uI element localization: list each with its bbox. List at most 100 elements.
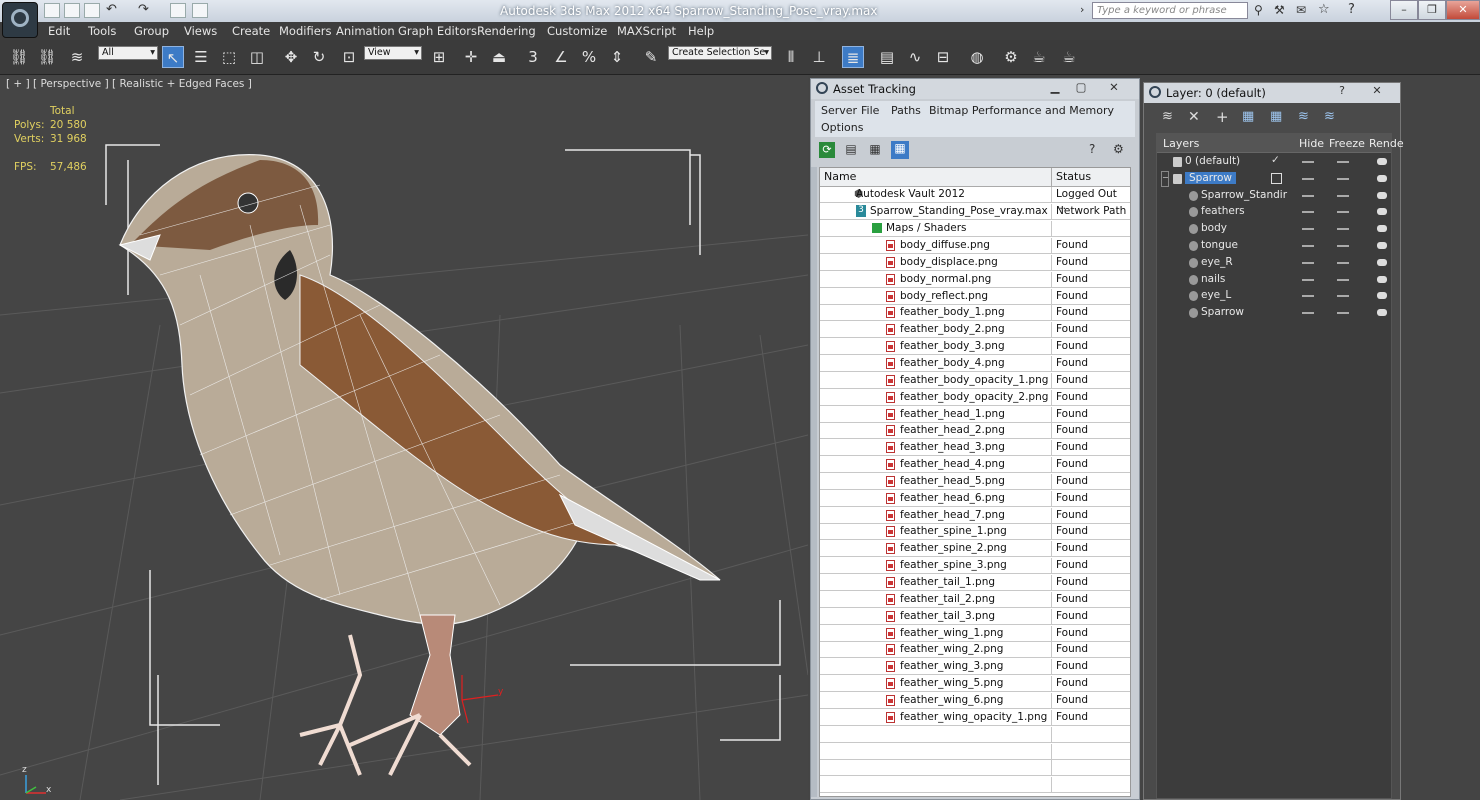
hide-toggle[interactable] xyxy=(1302,278,1314,281)
move-icon[interactable]: ✥ xyxy=(280,46,302,68)
menu-help[interactable]: Help xyxy=(688,24,714,38)
object-row[interactable]: tongue xyxy=(1157,238,1391,254)
hide-toggle[interactable] xyxy=(1302,228,1314,231)
col-layers-header[interactable]: Layers xyxy=(1163,137,1199,150)
menu-file[interactable]: File xyxy=(861,104,879,117)
hide-toggle[interactable] xyxy=(1302,194,1314,197)
freeze-toggle[interactable] xyxy=(1337,278,1349,281)
hide-toggle[interactable] xyxy=(1302,261,1314,264)
viewport-label[interactable]: [ + ] [ Perspective ] [ Realistic + Edge… xyxy=(6,78,252,90)
menu-views[interactable]: Views xyxy=(184,24,217,38)
minimize-button[interactable]: – xyxy=(1390,0,1418,20)
settings-icon[interactable]: ⚙ xyxy=(1113,142,1124,156)
menu-paths[interactable]: Paths xyxy=(891,104,921,117)
unlink-icon[interactable]: ⛓ xyxy=(36,46,58,68)
rendered-frame-icon[interactable]: ☕ xyxy=(1028,46,1050,68)
star-icon[interactable]: ☆ xyxy=(1318,2,1330,17)
menu-options[interactable]: Options xyxy=(821,121,863,134)
tools-icon[interactable]: ⚒ xyxy=(1274,3,1285,17)
render-teapot-icon[interactable] xyxy=(1377,292,1387,300)
new-file-icon[interactable] xyxy=(44,3,60,18)
table-row[interactable]: Maps / Shaders xyxy=(820,221,1130,237)
freeze-toggle[interactable] xyxy=(1337,177,1349,180)
table-row[interactable]: feather_tail_3.png Found xyxy=(820,608,1130,625)
table-row[interactable]: feather_spine_3.png Found xyxy=(820,558,1130,575)
hide-toggle[interactable] xyxy=(1302,245,1314,247)
freeze-all-icon[interactable]: ≋ xyxy=(1324,109,1335,124)
add-to-layer-icon[interactable]: + xyxy=(1216,108,1229,126)
menu-graph-editors[interactable]: Graph Editors xyxy=(398,24,477,38)
hide-toggle[interactable] xyxy=(1302,312,1314,315)
menu-create[interactable]: Create xyxy=(232,24,270,38)
col-name-header[interactable]: Name xyxy=(824,170,856,183)
render-teapot-icon[interactable] xyxy=(1377,174,1387,182)
table-row[interactable]: feather_wing_2.png Found xyxy=(820,642,1130,659)
pivot-center-icon[interactable]: ⊞ xyxy=(428,46,450,68)
col-hide-header[interactable]: Hide xyxy=(1299,137,1324,150)
col-status-header[interactable]: Status xyxy=(1056,170,1091,183)
menu-customize[interactable]: Customize xyxy=(547,24,607,38)
close-button[interactable]: ✕ xyxy=(1446,0,1480,20)
table-row[interactable]: feather_wing_1.png Found xyxy=(820,625,1130,642)
close-button[interactable]: ✕ xyxy=(1360,84,1394,100)
menu-edit[interactable]: Edit xyxy=(48,24,70,38)
freeze-toggle[interactable] xyxy=(1337,228,1349,231)
list-view-icon[interactable]: ▤ xyxy=(843,142,859,158)
table-row[interactable]: feather_body_1.png Found xyxy=(820,305,1130,322)
binoculars-icon[interactable]: ⚲ xyxy=(1254,3,1263,17)
table-row[interactable]: feather_spine_1.png Found xyxy=(820,524,1130,541)
named-selection-set-select[interactable]: Create Selection Se xyxy=(668,46,772,60)
menu-tools[interactable]: Tools xyxy=(88,24,116,38)
render-teapot-icon[interactable] xyxy=(1377,208,1387,216)
align-icon[interactable]: ⊥ xyxy=(808,46,830,68)
freeze-toggle[interactable] xyxy=(1337,211,1349,214)
layer-titlebar[interactable]: Layer: 0 (default) ? ✕ xyxy=(1144,83,1400,103)
hide-toggle[interactable] xyxy=(1302,177,1314,180)
asset-tracking-titlebar[interactable]: Asset Tracking ▁ ▢ ✕ xyxy=(811,79,1139,99)
table-row[interactable]: feather_body_2.png Found xyxy=(820,322,1130,339)
bind-spacewarp-icon[interactable]: ≋ xyxy=(66,46,88,68)
create-layer-icon[interactable]: ≋ xyxy=(1162,109,1173,124)
hide-toggle[interactable] xyxy=(1302,211,1314,214)
object-row[interactable]: Sparrow_Standir xyxy=(1157,188,1391,204)
mirror-icon[interactable]: ⫴ xyxy=(780,46,802,68)
table-view-icon[interactable]: ▦ xyxy=(891,141,909,159)
app-logo-icon[interactable] xyxy=(2,2,38,38)
select-objects-icon[interactable]: ▦ xyxy=(1242,109,1254,124)
freeze-toggle[interactable] xyxy=(1337,261,1349,264)
render-teapot-icon[interactable] xyxy=(1377,275,1387,283)
col-freeze-header[interactable]: Freeze xyxy=(1329,137,1365,150)
table-row[interactable]: feather_wing_3.png Found xyxy=(820,659,1130,676)
communication-icon[interactable]: ✉ xyxy=(1296,3,1306,17)
render-production-icon[interactable]: ☕ xyxy=(1058,46,1080,68)
table-row[interactable]: feather_wing_6.png Found xyxy=(820,692,1130,709)
material-editor-icon[interactable]: ◍ xyxy=(966,46,988,68)
redo-icon[interactable]: ↷ xyxy=(138,2,149,17)
hide-toggle[interactable] xyxy=(1302,295,1314,298)
menu-maxscript[interactable]: MAXScript xyxy=(617,24,676,38)
table-row[interactable]: feather_head_3.png Found xyxy=(820,440,1130,457)
link-icon[interactable]: ⛓ xyxy=(8,46,30,68)
table-row[interactable]: feather_body_4.png Found xyxy=(820,355,1130,372)
table-row[interactable]: feather_wing_opacity_1.png Found xyxy=(820,709,1130,726)
render-teapot-icon[interactable] xyxy=(1377,158,1387,165)
freeze-toggle[interactable] xyxy=(1337,161,1349,163)
highlight-layer-icon[interactable]: ▦ xyxy=(1270,109,1282,124)
freeze-toggle[interactable] xyxy=(1337,295,1349,298)
table-row[interactable]: feather_head_4.png Found xyxy=(820,457,1130,474)
maximize-button[interactable]: ▢ xyxy=(1069,80,1093,96)
window-crossing-icon[interactable]: ◫ xyxy=(246,46,268,68)
table-row[interactable]: feather_head_6.png Found xyxy=(820,490,1130,507)
schematic-view-icon[interactable]: ⊟ xyxy=(932,46,954,68)
freeze-toggle[interactable] xyxy=(1337,245,1349,247)
close-button[interactable]: ✕ xyxy=(1099,80,1129,96)
layer-manager-icon[interactable]: ≣ xyxy=(842,46,864,68)
menu-animation[interactable]: Animation xyxy=(336,24,395,38)
render-setup-icon[interactable]: ⚙ xyxy=(1000,46,1022,68)
table-row[interactable]: feather_head_1.png Found xyxy=(820,406,1130,423)
table-row[interactable]: feather_body_opacity_1.png Found xyxy=(820,372,1130,389)
table-row[interactable]: feather_head_2.png Found xyxy=(820,423,1130,440)
table-row[interactable]: feather_body_opacity_2.png Found xyxy=(820,389,1130,406)
rotate-icon[interactable]: ↻ xyxy=(308,46,330,68)
save-file-icon[interactable] xyxy=(84,3,100,18)
